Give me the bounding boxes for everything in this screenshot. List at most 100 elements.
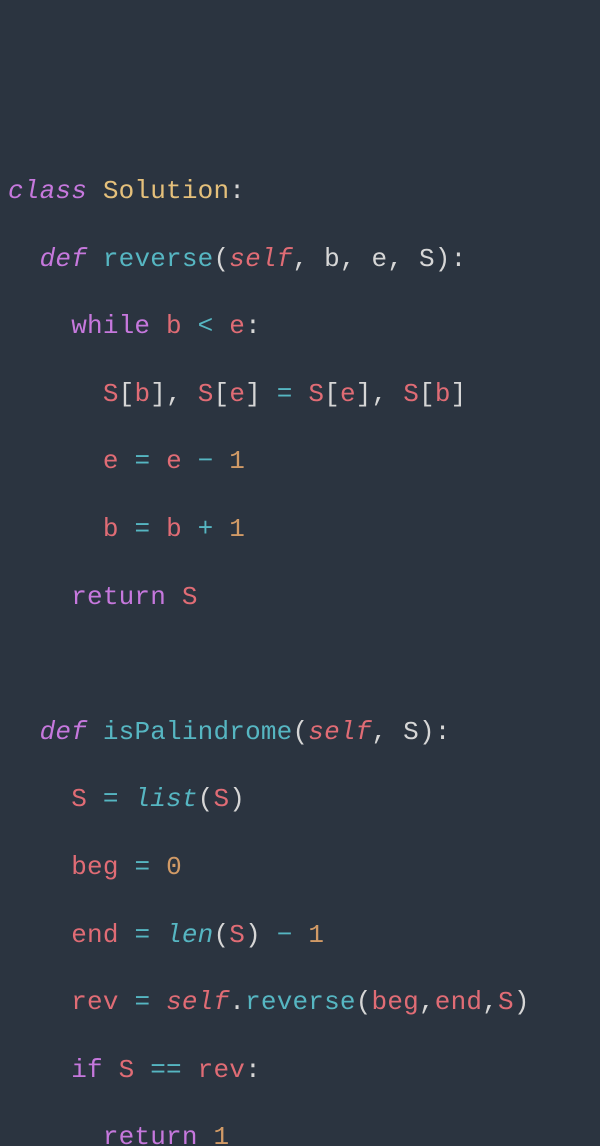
variable: b [166,311,182,341]
variable: S [229,920,245,950]
paren-close: ) [435,244,451,274]
operator: + [182,514,229,544]
number: 0 [166,852,182,882]
variable: e [229,311,245,341]
keyword-return: return [71,582,166,612]
variable: S [182,582,198,612]
function-name: reverse [103,244,214,274]
operator: = [87,784,134,814]
class-name: Solution [103,176,229,206]
operator: < [182,311,229,341]
paren-close: ) [514,987,530,1017]
bracket-close: ] [150,379,166,409]
comma: , [387,244,419,274]
operator: == [134,1055,197,1085]
space [150,311,166,341]
variable: S [198,379,214,409]
paren-close: ) [419,717,435,747]
method-call: reverse [245,987,356,1017]
number: 1 [229,446,245,476]
number: 1 [308,920,324,950]
operator: = [119,987,166,1017]
builtin-function: list [134,784,197,814]
bracket-close: ] [245,379,261,409]
self-param: self [229,244,292,274]
variable: S [119,1055,135,1085]
code-line: if S == rev: [0,1054,600,1088]
operator: = [119,446,166,476]
index: b [134,379,150,409]
variable: rev [71,987,118,1017]
colon: : [245,1055,261,1085]
bracket-open: [ [324,379,340,409]
self-ref: self [166,987,229,1017]
operator: − [261,920,308,950]
bracket-open: [ [119,379,135,409]
code-line: return S [0,581,600,615]
param: b [324,244,340,274]
bracket-close: ] [451,379,467,409]
argument: S [498,987,514,1017]
code-line: b = b + 1 [0,513,600,547]
code-line: beg = 0 [0,851,600,885]
colon: : [245,311,261,341]
colon: : [229,176,245,206]
code-line: while b < e: [0,310,600,344]
keyword-def: def [40,244,87,274]
keyword-while: while [71,311,150,341]
variable: S [71,784,87,814]
space [166,582,182,612]
variable: rev [198,1055,245,1085]
variable: e [103,446,119,476]
comma: , [482,987,498,1017]
keyword-def: def [40,717,87,747]
paren-close: ) [229,784,245,814]
index: b [435,379,451,409]
builtin-function: len [166,920,213,950]
paren-close: ) [245,920,261,950]
keyword-if: if [71,1055,103,1085]
colon: : [435,717,451,747]
param: e [372,244,388,274]
self-param: self [308,717,371,747]
bracket-open: [ [419,379,435,409]
variable: S [308,379,324,409]
index: e [340,379,356,409]
code-line: class Solution: [0,175,600,209]
index: e [229,379,245,409]
variable: b [166,514,182,544]
variable: e [166,446,182,476]
paren-open: ( [198,784,214,814]
argument: end [435,987,482,1017]
code-line: e = e − 1 [0,445,600,479]
paren-open: ( [213,920,229,950]
code-line: return 1 [0,1121,600,1146]
keyword-class: class [8,176,87,206]
paren-open: ( [292,717,308,747]
code-line: end = len(S) − 1 [0,919,600,953]
code-block: class Solution: def reverse(self, b, e, … [0,141,600,1146]
argument: beg [372,987,419,1017]
variable: S [213,784,229,814]
keyword-return: return [103,1122,198,1146]
bracket-close: ] [356,379,372,409]
code-line: def reverse(self, b, e, S): [0,243,600,277]
bracket-open: [ [214,379,230,409]
comma: , [419,987,435,1017]
space [198,1122,214,1146]
space [103,1055,119,1085]
code-line: rev = self.reverse(beg,end,S) [0,986,600,1020]
variable: S [103,379,119,409]
paren-open: ( [356,987,372,1017]
variable: end [71,920,118,950]
comma: , [293,244,325,274]
number: 1 [213,1122,229,1146]
comma: , [166,379,198,409]
number: 1 [229,514,245,544]
operator: = [119,514,166,544]
param: S [419,244,435,274]
code-line: S[b], S[e] = S[e], S[b] [0,378,600,412]
comma: , [340,244,372,274]
operator: = [119,920,166,950]
code-line: S = list(S) [0,783,600,817]
